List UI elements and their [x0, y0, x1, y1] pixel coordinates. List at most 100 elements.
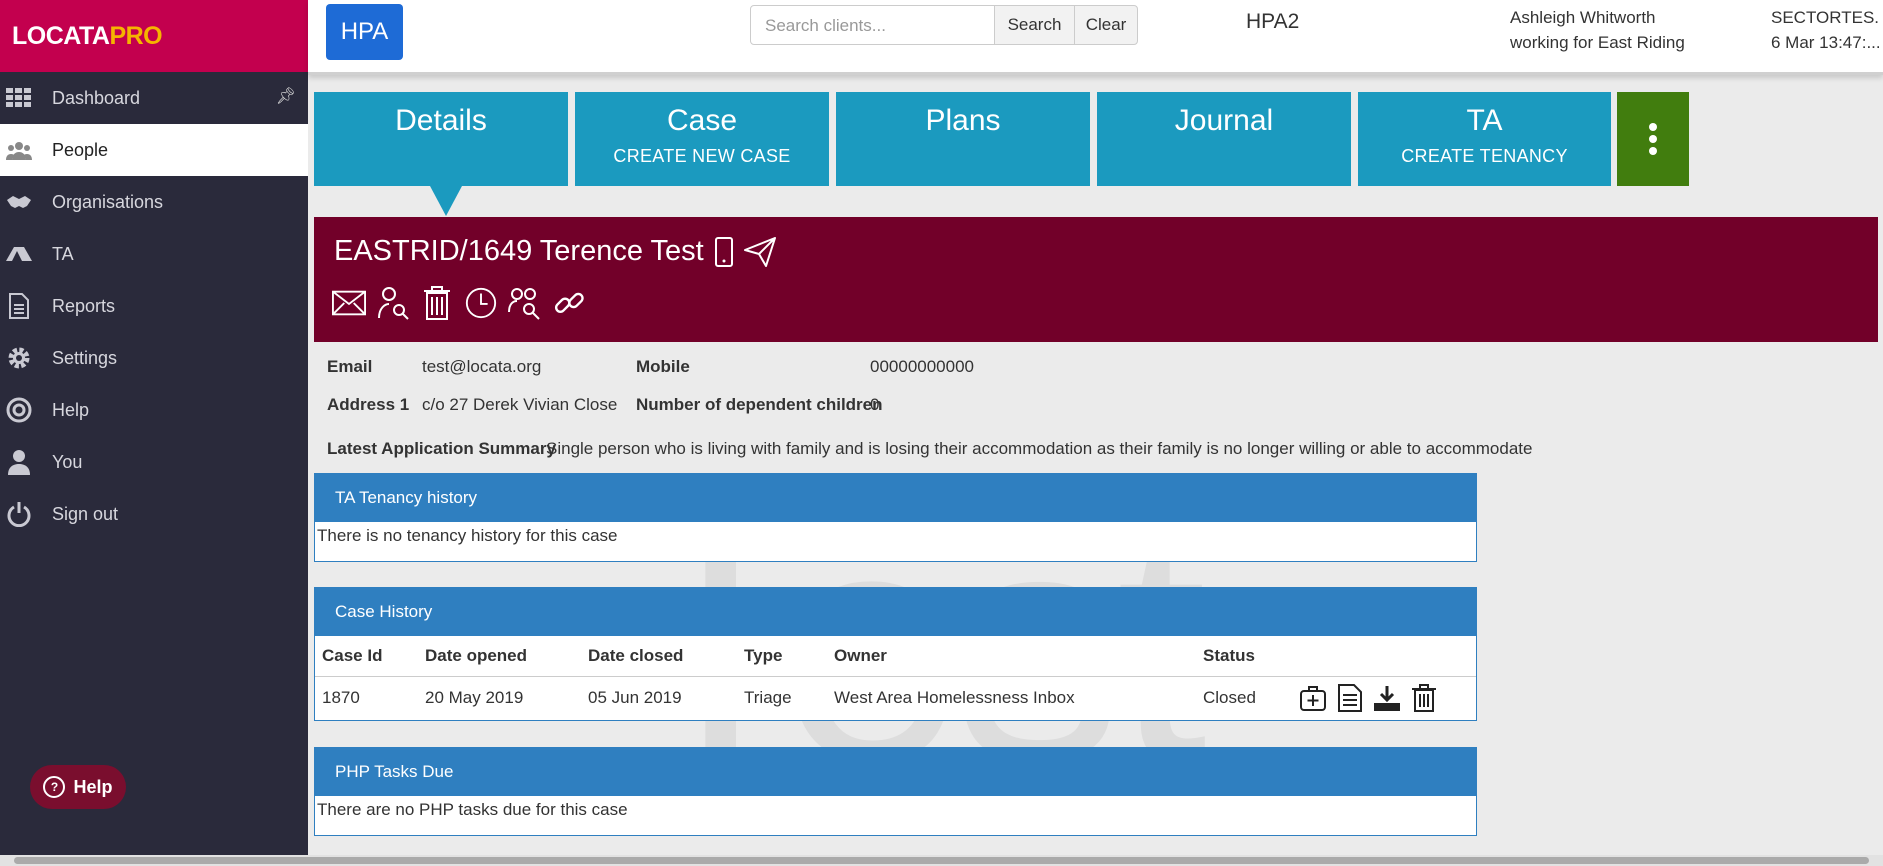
column-header: Owner — [827, 636, 1196, 677]
create-tenancy-link[interactable]: CREATE TENANCY — [1358, 146, 1611, 167]
sidebar-item-help[interactable]: Help — [0, 384, 308, 436]
sidebar-item-you[interactable]: You — [0, 436, 308, 488]
user-org: working for East Riding — [1510, 33, 1685, 52]
sidebar-item-label: People — [52, 139, 109, 160]
address-label: Address 1 — [327, 395, 410, 414]
sidebar-item-label: You — [52, 451, 83, 472]
power-icon — [6, 501, 32, 527]
sidebar: LOCATAPRO Dashboard 📌︎ People Organisati… — [0, 0, 308, 866]
scrollbar-thumb[interactable] — [14, 857, 1869, 864]
handshake-icon — [6, 189, 32, 215]
sidebar-nav: Dashboard 📌︎ People Organisations TA Rep… — [0, 72, 308, 540]
tab-journal[interactable]: Journal — [1097, 92, 1351, 186]
mobile-value: 00000000000 — [870, 357, 975, 376]
tab-ta[interactable]: TA CREATE TENANCY — [1358, 92, 1611, 186]
mobile-label: Mobile — [636, 357, 690, 376]
sidebar-item-dashboard[interactable]: Dashboard 📌︎ — [0, 72, 308, 124]
php-tasks-panel: PHP Tasks Due There are no PHP tasks due… — [314, 747, 1477, 836]
column-header: Date opened — [418, 636, 581, 677]
case-status: Closed — [1203, 688, 1256, 707]
report-icon — [6, 293, 32, 319]
person-actions — [332, 285, 586, 321]
search-button[interactable]: Search — [994, 5, 1075, 45]
tab-title: Plans — [925, 104, 1001, 137]
sidebar-item-settings[interactable]: Settings — [0, 332, 308, 384]
history-icon[interactable] — [464, 285, 498, 321]
envelope-icon[interactable] — [332, 285, 366, 321]
locata-logo[interactable]: LOCATAPRO — [0, 0, 308, 72]
group-search-icon[interactable] — [508, 285, 542, 321]
sidebar-item-organisations[interactable]: Organisations — [0, 176, 308, 228]
sidebar-item-ta[interactable]: TA — [0, 228, 308, 280]
help-button[interactable]: ? Help — [30, 765, 126, 809]
summary-value: Single person who is living with family … — [546, 439, 1533, 458]
column-header: Status — [1196, 636, 1292, 677]
person-banner: EASTRID/1649 Terence Test — [314, 217, 1878, 342]
column-header: Date closed — [581, 636, 737, 677]
date-opened: 20 May 2019 — [425, 688, 524, 707]
people-icon — [6, 137, 32, 163]
trash-icon[interactable] — [1411, 684, 1437, 712]
tab-details[interactable]: Details — [314, 92, 568, 186]
lifebuoy-icon — [6, 397, 32, 423]
case-id: 1870 — [322, 688, 360, 707]
document-icon[interactable] — [1337, 684, 1363, 712]
person-title: EASTRID/1649 Terence Test — [334, 235, 704, 267]
sidebar-item-label: Sign out — [52, 503, 119, 524]
user-name: Ashleigh Whitworth — [1510, 8, 1656, 27]
sidebar-item-reports[interactable]: Reports — [0, 280, 308, 332]
person-header: EASTRID/1649 Terence Test — [334, 235, 776, 268]
medical-case-icon[interactable] — [1299, 684, 1327, 712]
grid-icon — [6, 85, 32, 111]
session-info: SECTORTES... 6 Mar 13:47:... — [1771, 5, 1879, 55]
horizontal-scrollbar[interactable] — [0, 855, 1883, 866]
email-label: Email — [327, 357, 373, 376]
hpa-button[interactable]: HPA — [326, 4, 403, 60]
clear-button[interactable]: Clear — [1074, 5, 1138, 45]
top-bar: HPA Search clients... Search Clear HPA2 … — [308, 0, 1883, 75]
download-icon[interactable] — [1373, 684, 1401, 712]
search-input[interactable]: Search clients... — [750, 5, 995, 45]
column-header: Type — [737, 636, 827, 677]
case-type: Triage — [744, 688, 792, 707]
pin-icon[interactable]: 📌︎ — [276, 86, 296, 106]
table-row[interactable]: 1870 20 May 2019 05 Jun 2019 Triage West… — [315, 677, 1476, 720]
sidebar-item-sign-out[interactable]: Sign out — [0, 488, 308, 540]
datetime-label: 6 Mar 13:47:... — [1771, 33, 1879, 52]
create-new-case-link[interactable]: CREATE NEW CASE — [575, 146, 829, 167]
empty-message: There are no PHP tasks due for this case — [317, 800, 628, 819]
case-owner: West Area Homelessness Inbox — [834, 688, 1075, 707]
vertical-dots-icon — [1649, 123, 1657, 155]
tent-icon — [6, 241, 32, 267]
person-search-icon[interactable] — [376, 285, 410, 321]
sidebar-item-label: Organisations — [52, 191, 164, 212]
summary-label: Latest Application Summary — [327, 439, 556, 458]
panel-header: Case History — [315, 588, 1476, 636]
tab-plans[interactable]: Plans — [836, 92, 1090, 186]
trash-icon[interactable] — [420, 285, 454, 321]
context-label: HPA2 — [1246, 10, 1300, 33]
gear-icon — [6, 345, 32, 371]
column-header: Case Id — [315, 636, 418, 677]
active-tab-pointer — [430, 186, 462, 216]
address-value: c/o 27 Derek Vivian Close — [422, 395, 618, 414]
empty-message: There is no tenancy history for this cas… — [317, 526, 618, 545]
mobile-phone-icon[interactable] — [714, 236, 734, 267]
email-value: test@locata.org — [422, 357, 542, 376]
sidebar-item-label: TA — [52, 243, 74, 264]
user-info: Ashleigh Whitworth working for East Ridi… — [1510, 5, 1685, 55]
send-icon[interactable] — [743, 236, 776, 267]
tab-case[interactable]: Case CREATE NEW CASE — [575, 92, 829, 186]
sidebar-item-people[interactable]: People — [0, 124, 308, 176]
row-actions — [1292, 677, 1476, 720]
sidebar-item-label: Dashboard — [52, 87, 141, 108]
children-value: 0 — [870, 395, 880, 414]
question-icon: ? — [43, 776, 66, 798]
sidebar-item-label: Help — [52, 399, 90, 420]
table-header-row: Case Id Date opened Date closed Type Own… — [315, 636, 1476, 677]
more-menu-button[interactable] — [1617, 92, 1689, 186]
link-icon[interactable] — [552, 285, 586, 321]
sidebar-item-label: Reports — [52, 295, 116, 316]
ta-tenancy-history-panel: TA Tenancy history There is no tenancy h… — [314, 473, 1477, 562]
sector-label: SECTORTES... — [1771, 8, 1879, 27]
